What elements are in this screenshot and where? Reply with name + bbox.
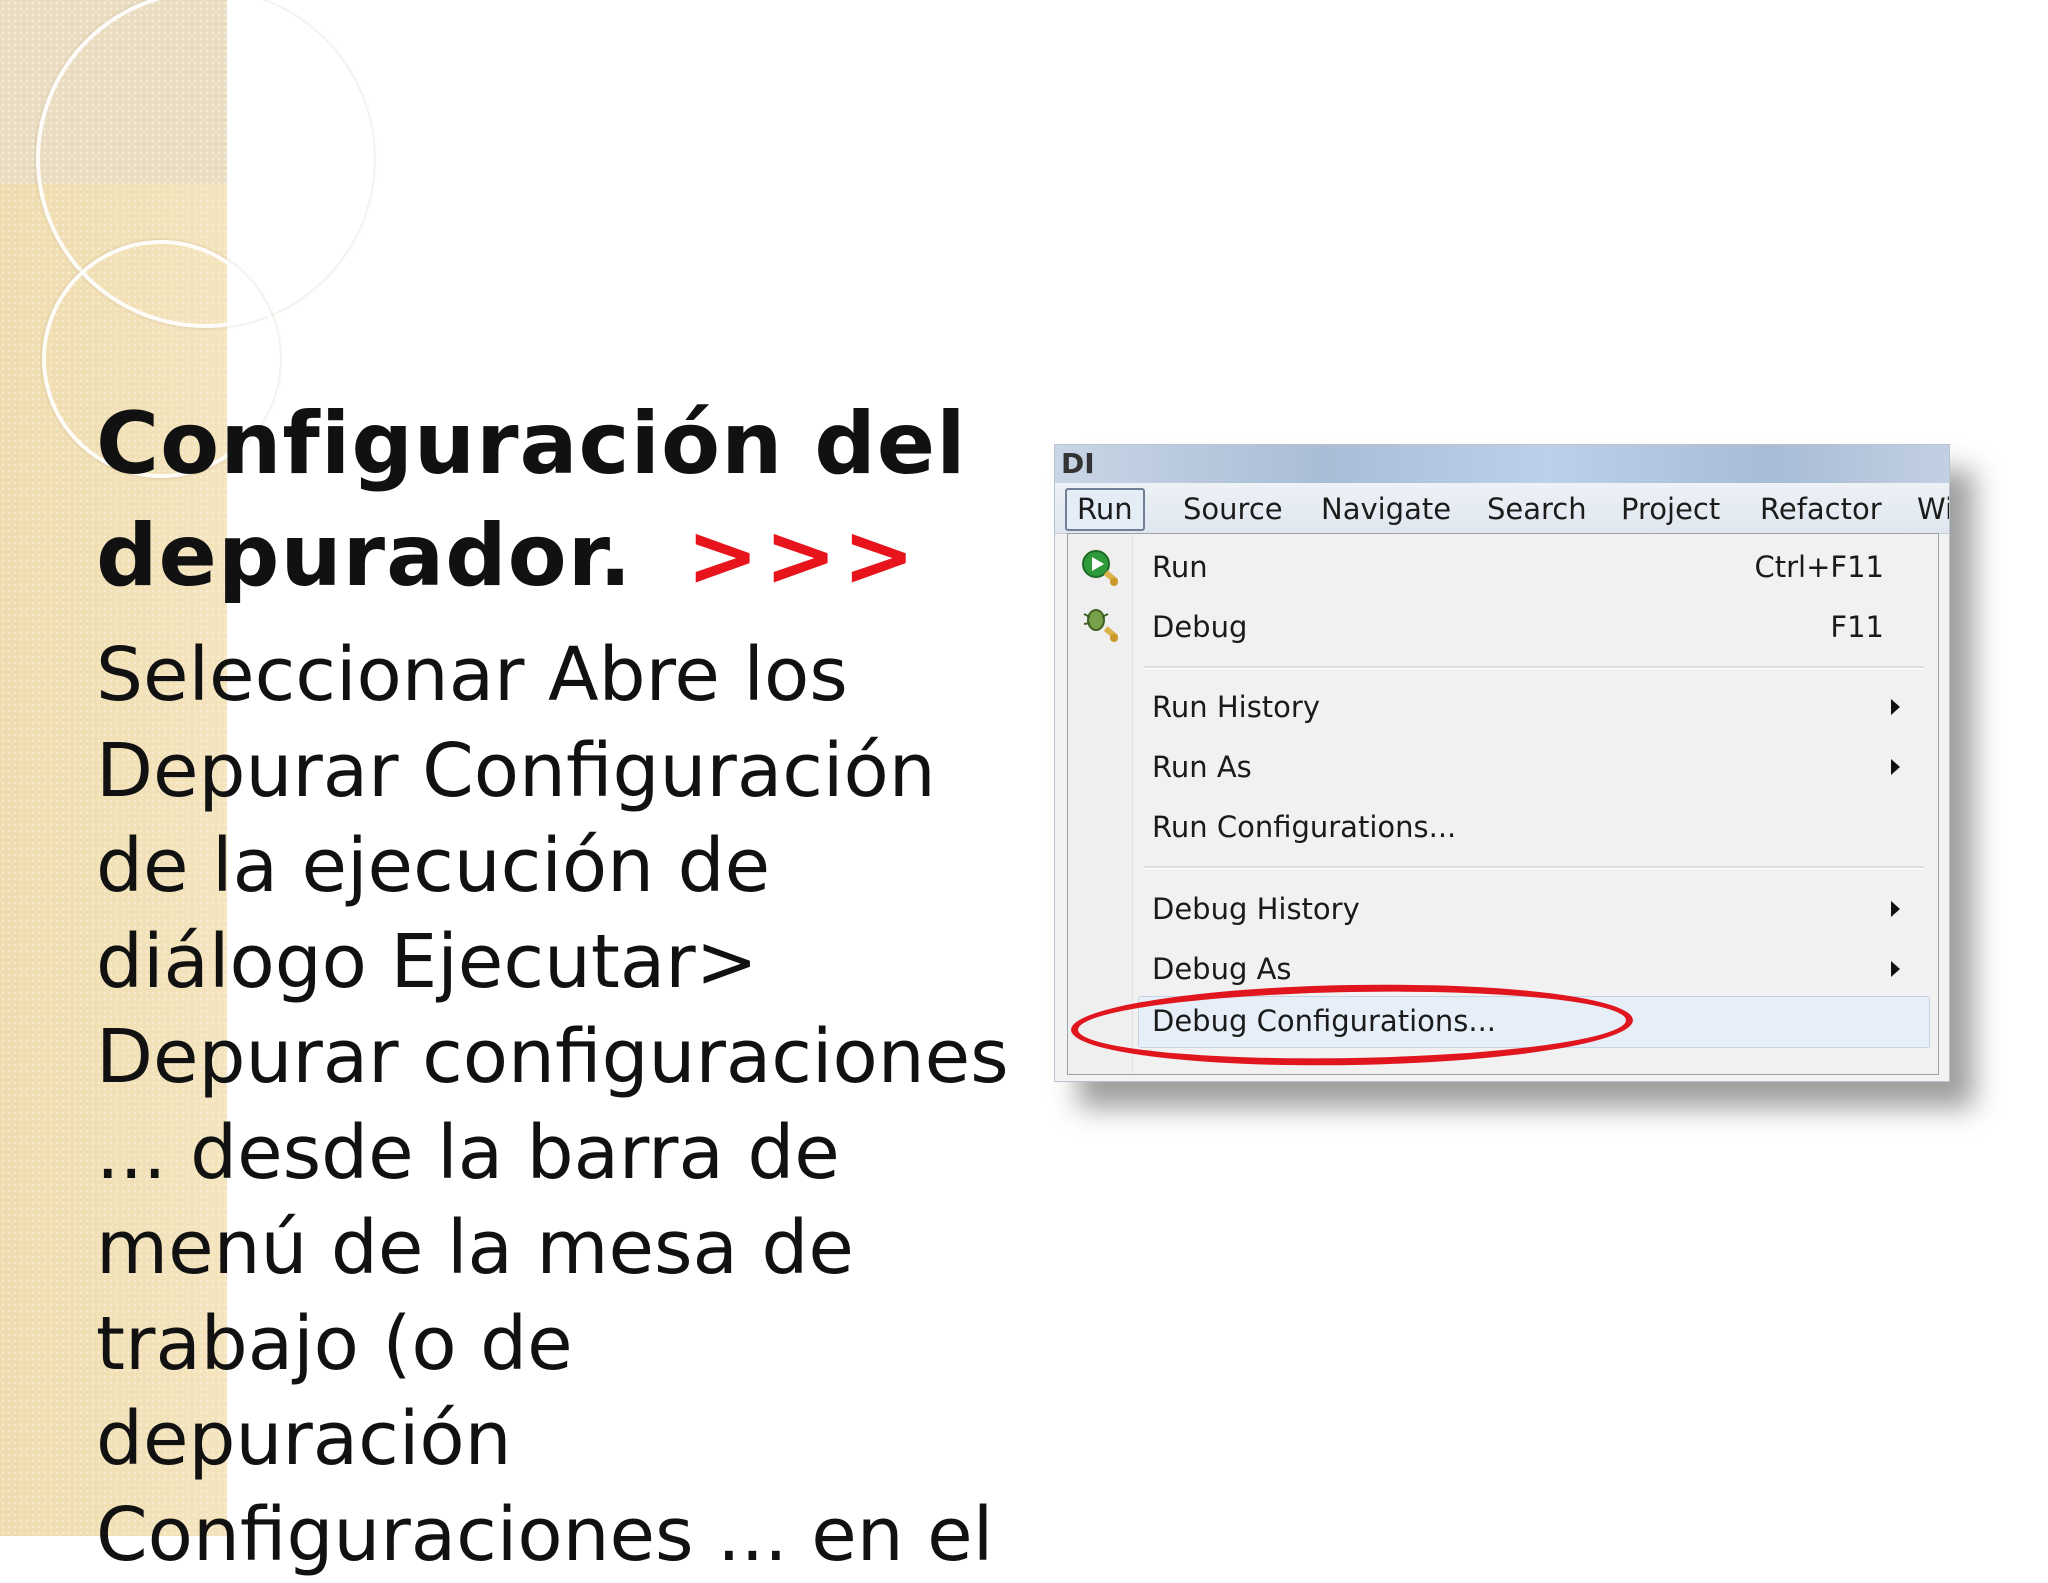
menu-window[interactable]: Wir [1917, 492, 1950, 526]
body-line: depuración [96, 1392, 1026, 1488]
window-titlebar: DI [1055, 445, 1949, 483]
eclipse-run-menu-screenshot: DI Run Source Navigate Search Project Re… [1054, 444, 1950, 1082]
menu-source[interactable]: Source [1183, 492, 1283, 526]
slide-title: Configuración del depurador. >>> [96, 388, 996, 612]
menu-item-run-configurations-label: Run Configurations... [1152, 802, 1456, 852]
menu-item-debug-shortcut: F11 [1830, 602, 1884, 652]
menu-item-run[interactable]: Run Ctrl+F11 [1152, 542, 1912, 592]
slide-title-line-1: Configuración del [96, 388, 996, 500]
body-line: trabajo (o de [96, 1297, 1026, 1393]
body-line: menú de la mesa de [96, 1201, 1026, 1297]
body-line: Depurar configuraciones [96, 1010, 1026, 1106]
menu-item-debug-label: Debug [1152, 602, 1247, 652]
menu-item-debug-as-label: Debug As [1152, 944, 1292, 994]
body-line: Seleccionar Abre los [96, 628, 1026, 724]
body-line: Depurar Configuración [96, 724, 1026, 820]
run-icon [1080, 548, 1122, 590]
menu-item-run-shortcut: Ctrl+F11 [1755, 542, 1884, 592]
body-line: Configuraciones ... en el [96, 1488, 1026, 1583]
submenu-arrow-icon [1891, 759, 1900, 775]
menu-refactor[interactable]: Refactor [1760, 492, 1882, 526]
submenu-arrow-icon [1891, 901, 1900, 917]
menu-project[interactable]: Project [1621, 492, 1720, 526]
menu-item-run-history[interactable]: Run History [1152, 682, 1912, 732]
menu-item-debug-history-label: Debug History [1152, 884, 1360, 934]
submenu-arrow-icon [1891, 699, 1900, 715]
menu-separator [1144, 666, 1924, 669]
debug-icon [1080, 604, 1122, 646]
menu-item-run-as-label: Run As [1152, 742, 1252, 792]
body-line: ... desde la barra de [96, 1106, 1026, 1202]
menu-navigate[interactable]: Navigate [1321, 492, 1451, 526]
menu-item-run-as[interactable]: Run As [1152, 742, 1912, 792]
menu-item-debug-as[interactable]: Debug As [1152, 944, 1912, 994]
menu-item-run-history-label: Run History [1152, 682, 1320, 732]
menu-separator [1144, 866, 1924, 869]
red-arrows-glyph: >>> [687, 506, 921, 606]
slide-title-line-2: depurador. >>> [96, 500, 996, 612]
slide-body-text: Seleccionar Abre los Depurar Configuraci… [96, 628, 1026, 1583]
submenu-arrow-icon [1891, 961, 1900, 977]
menu-run[interactable]: Run [1065, 488, 1145, 531]
menu-item-run-label: Run [1152, 542, 1208, 592]
menu-item-debug-history[interactable]: Debug History [1152, 884, 1912, 934]
body-line: diálogo Ejecutar> [96, 915, 1026, 1011]
window-title: DI [1061, 447, 1095, 480]
body-line: de la ejecución de [96, 819, 1026, 915]
menu-item-run-configurations[interactable]: Run Configurations... [1152, 802, 1912, 852]
menu-search[interactable]: Search [1487, 492, 1587, 526]
menu-item-debug[interactable]: Debug F11 [1152, 602, 1912, 652]
menubar: Run Source Navigate Search Project Refac… [1055, 483, 1949, 534]
slide-title-line-2-text: depurador. [96, 506, 633, 606]
